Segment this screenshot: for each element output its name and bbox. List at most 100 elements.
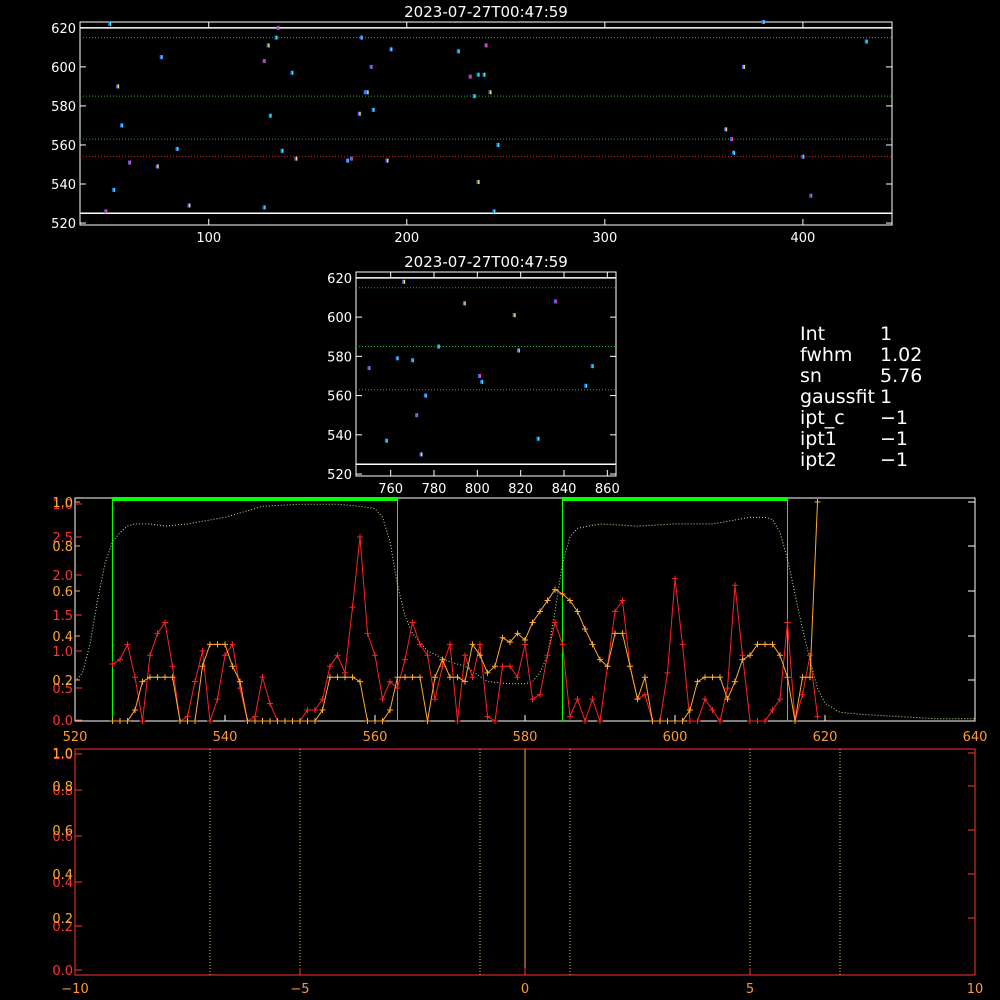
red-data-point [267,700,273,707]
bottom-left-secondary-label: 0.8 [52,780,73,795]
bottom-xtick-label: 5 [746,982,754,997]
top-scatter-point [108,21,112,26]
mid-scatter-point [367,366,371,371]
red-data-point [222,652,228,659]
top-scatter-point [359,35,363,40]
top-scatter-xtick-label: 300 [592,231,617,246]
top-scatter-point [357,111,361,116]
filter-curve [74,503,975,720]
top-scatter-point [496,142,500,147]
red-data-point [679,641,686,648]
info-key: ipt2 [800,449,837,471]
mid-scatter-point [480,379,484,384]
top-scatter-ytick-label: 580 [51,100,76,115]
red-data-point [769,707,776,714]
orange-data-point [139,678,146,685]
bottom-left-secondary-label: 1.0 [52,747,73,762]
red-data-point [357,534,363,541]
fit-info-panel: Int 1 fwhm 1.02 sn 5.76 gaussfit 1 ipt_c −1 i… [800,324,990,471]
orange-data-point [109,718,116,724]
orange-data-point [439,656,446,663]
orange-data-point [762,641,768,648]
top-scatter-ytick-label: 620 [51,22,76,37]
spectrum-left-primary-label: 1.0 [52,645,73,660]
spectrum-left-primary-label: 0.0 [52,714,73,729]
top-scatter-point [112,187,116,192]
top-scatter-point [732,150,736,155]
orange-data-point [117,718,123,724]
spectrum-xtick-label: 580 [513,730,538,745]
top-scatter-point [345,158,349,163]
red-data-point [687,718,693,724]
info-value: 1 [880,323,893,345]
red-data-point [417,641,423,648]
mid-scatter-xtick-label: 840 [552,482,577,497]
orange-data-point [304,718,311,724]
info-row-ipt2: ipt2 −1 [800,450,990,471]
red-spectrum-line [112,536,818,723]
red-data-point [229,641,236,648]
red-data-point [469,674,476,681]
red-data-point [379,696,386,703]
info-key: sn [800,365,822,387]
mid-scatter-point [517,348,520,353]
red-data-point [117,656,123,663]
orange-data-point [469,641,476,648]
mid-scatter-point [436,344,440,349]
top-scatter-point [294,156,298,161]
top-scatter-point [349,156,353,161]
red-data-point [672,575,678,582]
orange-data-point [192,718,198,724]
info-value: 1 [880,386,893,408]
orange-data-point [177,718,183,724]
top-scatter-point [385,158,389,163]
red-data-point [259,674,266,681]
orange-data-point [312,718,318,724]
red-data-point [447,641,453,648]
spectrum-xtick-label: 560 [363,730,388,745]
info-value: −1 [880,449,909,471]
mid-scatter-point [553,299,557,304]
top-scatter-point [389,47,393,52]
spectrum-xtick-label: 640 [963,730,988,745]
red-data-point [154,630,161,637]
red-data-point [334,652,341,659]
orange-data-point [184,718,191,724]
red-data-point [717,718,723,724]
top-scatter-point [369,64,373,69]
bottom-xtick-label: −10 [61,982,88,997]
orange-data-point [349,674,356,681]
top-scatter-point [482,72,486,77]
top-scatter-xtick-label: 200 [394,231,419,246]
red-data-point [162,619,168,626]
orange-data-point [717,674,723,681]
orange-data-point [814,499,821,505]
orange-data-point [214,641,221,648]
mid-scatter-point [410,358,414,363]
top-scatter-ytick-label: 520 [51,217,76,232]
orange-data-point [252,718,258,724]
top-scatter-point [456,49,460,54]
orange-data-point [732,678,738,685]
orange-data-point [799,674,806,681]
red-data-point [214,696,221,703]
orange-data-point [237,678,243,685]
orange-data-point [747,652,753,659]
red-data-point [454,718,461,724]
orange-data-point [537,608,543,615]
mid-scatter-point [423,393,427,398]
orange-data-point [664,718,671,724]
orange-data-point [552,586,558,593]
top-scatter-point [761,20,765,24]
red-data-point [462,652,468,659]
mid-scatter-xtick-label: 760 [378,482,403,497]
orange-data-point [649,718,656,724]
top-scatter-point [468,74,472,79]
orange-data-point [154,674,161,681]
orange-data-point [679,718,686,724]
bottom-left-secondary-label: 0.6 [52,824,73,839]
red-data-point [702,696,708,703]
top-scatter-point [128,160,132,165]
mid-scatter-frame [355,271,617,477]
red-data-point [507,663,513,670]
